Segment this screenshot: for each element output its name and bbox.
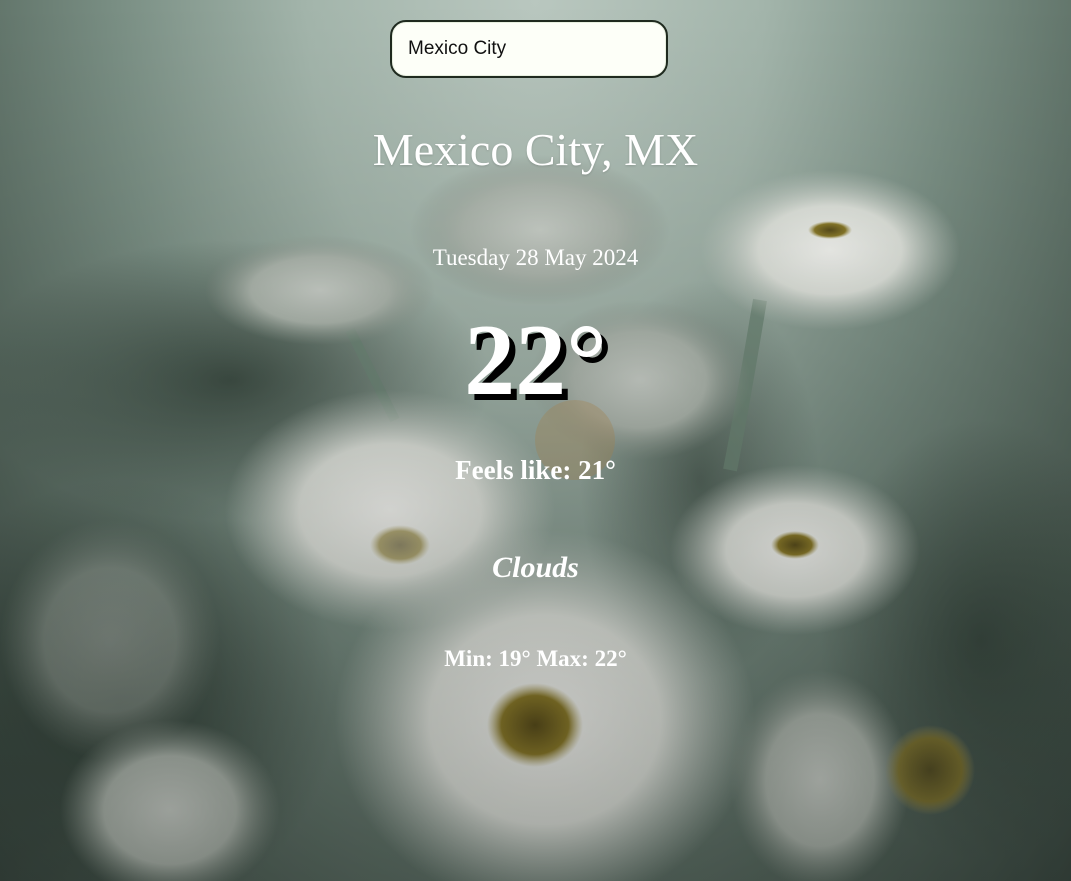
current-temperature: 22°	[464, 304, 607, 417]
weather-app: Mexico City, MX Tuesday 28 May 2024 22° …	[0, 0, 1071, 881]
location-title: Mexico City, MX	[372, 124, 699, 175]
city-search-input[interactable]	[390, 20, 668, 78]
feels-like-temperature: Feels like: 21°	[455, 455, 616, 485]
min-max-temperature: Min: 19° Max: 22°	[444, 646, 627, 671]
search-bar	[390, 20, 668, 78]
current-date: Tuesday 28 May 2024	[432, 245, 639, 270]
weather-condition: Clouds	[492, 551, 579, 584]
